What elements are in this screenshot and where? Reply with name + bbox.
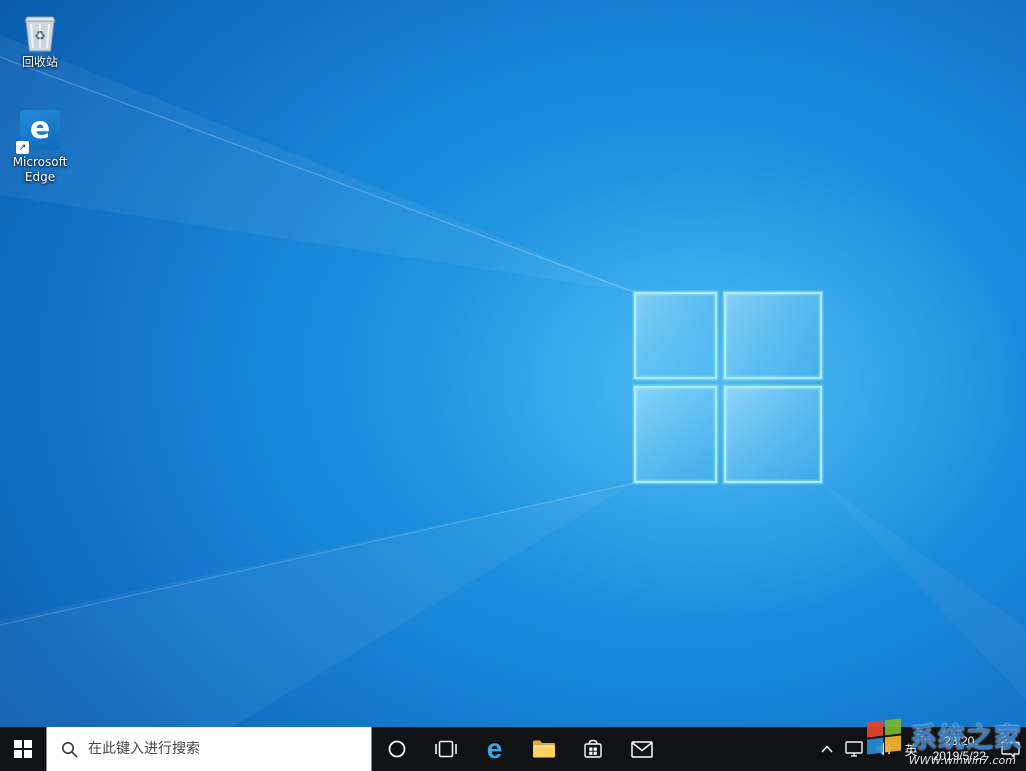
wallpaper	[0, 0, 1026, 771]
speaker-icon	[875, 741, 893, 757]
taskbar-search[interactable]	[46, 727, 372, 771]
mail-icon	[631, 741, 653, 758]
action-center-button[interactable]	[995, 727, 1026, 771]
file-explorer-icon	[532, 739, 556, 759]
taskbar-mail-button[interactable]	[617, 727, 666, 771]
taskbar: e	[0, 727, 1026, 771]
taskbar-edge-button[interactable]: e	[470, 727, 519, 771]
task-view-button[interactable]	[421, 727, 470, 771]
chevron-up-icon	[821, 745, 833, 753]
start-button[interactable]	[0, 727, 46, 771]
desktop-icon-recycle-bin[interactable]: ♻ 回收站	[4, 8, 76, 70]
store-icon	[582, 738, 604, 760]
task-view-icon	[435, 740, 457, 758]
svg-text:♻: ♻	[34, 29, 46, 44]
tray-volume-button[interactable]	[869, 727, 899, 771]
tray-clock[interactable]: 23:20 2019/5/22	[924, 727, 995, 771]
tray-display-button[interactable]	[839, 727, 869, 771]
system-tray: 英 23:20 2019/5/22	[815, 727, 1026, 771]
recycle-bin-icon: ♻	[18, 8, 62, 52]
taskbar-explorer-button[interactable]	[519, 727, 568, 771]
cortana-icon	[387, 739, 407, 759]
desktop-icon-edge[interactable]: e ↗ Microsoft Edge	[4, 108, 76, 185]
tray-chevron-up-button[interactable]	[815, 727, 839, 771]
windows-start-icon	[14, 740, 32, 758]
search-input[interactable]	[86, 726, 371, 771]
clock-time: 23:20	[944, 734, 974, 749]
clock-date: 2019/5/22	[933, 749, 986, 764]
taskbar-store-button[interactable]	[568, 727, 617, 771]
desktop-icon-label: 回收站	[22, 55, 58, 70]
display-icon	[845, 741, 863, 757]
windows-logo	[635, 293, 821, 482]
action-center-icon	[1001, 741, 1020, 758]
edge-icon: e	[487, 735, 503, 763]
desktop-icon-label: Microsoft Edge	[4, 155, 76, 185]
search-icon	[61, 741, 78, 758]
desktop: ♻ 回收站 e ↗ Microsoft Edge	[0, 0, 1026, 771]
shortcut-arrow-icon: ↗	[16, 141, 29, 154]
edge-icon: e ↗	[18, 108, 62, 152]
cortana-button[interactable]	[372, 727, 421, 771]
tray-input-indicator[interactable]: 英	[899, 727, 924, 771]
